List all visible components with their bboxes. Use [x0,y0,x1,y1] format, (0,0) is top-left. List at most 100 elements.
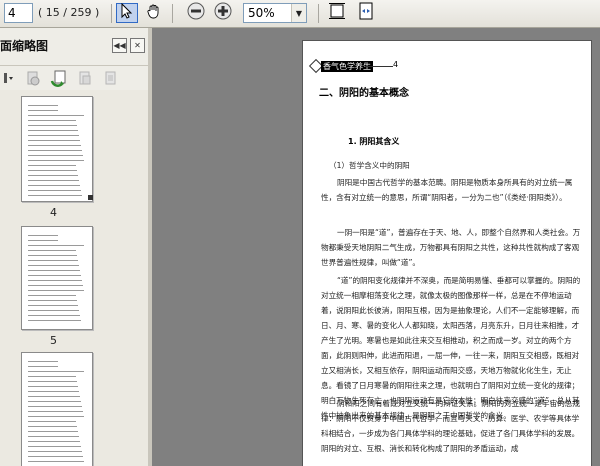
thumbnail-text-line [28,376,76,377]
zoom-select[interactable]: 50% ▼ [243,3,307,23]
select-tool-icon [119,2,135,23]
thumbnail-text-line [28,366,58,367]
close-panel-icon[interactable]: ✕ [130,38,145,53]
hand-tool-button[interactable] [143,3,165,23]
fit-width-icon [358,2,374,24]
header-rule [365,66,393,67]
toolbar-separator [111,4,112,23]
page-thumbnail[interactable] [21,96,93,202]
page-number-input[interactable]: 4 [4,3,33,23]
page-tool-icon[interactable] [76,69,94,87]
thumbnail-text-line [28,396,80,397]
rotate-page-icon[interactable] [50,69,68,87]
collapse-left-icon[interactable]: ◀◀ [112,38,127,53]
thumbnail-text-line [28,406,82,407]
thumbnail-text-line [28,436,79,437]
thumbnail-text-line [28,305,78,306]
thumbnail-text-line [28,411,83,412]
thumbnail-text-line [28,361,58,362]
thumbnail-text-line [28,110,58,111]
document-viewport[interactable]: 香气色学养生 4 二、阴阳的基本概念 1. 阴阳其含义 （1）哲学含义中的阴阳 … [152,28,600,466]
thumbnail-text-line [28,270,80,271]
thumbnail-text-line [28,135,79,136]
thumbnail-text-line [28,386,78,387]
thumbnail-text-line [28,155,83,156]
thumbnail-text-line [28,285,83,286]
zoom-out-icon [187,2,205,24]
thumbnail-text-line [28,451,82,452]
extract-page-icon[interactable] [102,69,120,87]
thumbnail-text-line [28,175,78,176]
panel-header: 面缩略图 ◀◀ ✕ [0,34,148,54]
thumbnail-text-line [28,446,81,447]
thumbnail-text-line [28,401,81,402]
paragraph: 一阴一阳是“道”，普遍存在于天、地、人，即整个自然界和人类社会。万物都秉受天地阴… [321,228,581,267]
thumbnail-list: 4 5 [0,90,148,466]
thumbnail-toolbar [0,65,148,91]
thumbnail-text-line [28,145,81,146]
thumbnail-text-line [28,260,78,261]
thumbnail-text-line [28,245,84,246]
thumbnail-text-line [28,290,84,291]
thumbnail-text-line [28,416,84,417]
thumbnail-text-line [28,456,83,457]
fit-page-icon [329,2,345,24]
thumbnail-text-line [28,185,80,186]
toolbar-separator [318,4,319,23]
resize-handle[interactable] [88,195,93,200]
fit-width-button[interactable] [355,2,377,24]
zoom-value: 50% [248,6,275,20]
thumbnail-text-line [28,235,58,236]
thumbnail-text-line [28,381,77,382]
zoom-in-icon [214,2,232,24]
thumbnail-panel: 面缩略图 ◀◀ ✕ 4 5 [0,28,149,466]
thumbnail-text-line [28,140,80,141]
thumbnail-text-line [28,180,79,181]
page-thumbnail[interactable] [21,352,93,466]
thumbnail-text-line [28,371,84,372]
thumbnail-text-line [28,240,58,241]
thumbnail-page-label: 5 [50,334,57,347]
thumbnail-text-line [28,105,58,106]
fit-page-button[interactable] [326,3,348,23]
thumbnail-text-line [28,150,82,151]
thumbnail-text-line [28,195,82,196]
zoom-in-button[interactable] [212,2,234,24]
thumbnail-text-line [28,115,84,116]
thumbnail-text-line [28,275,81,276]
thumbnail-text-line [28,265,79,266]
hand-tool-icon [146,3,162,23]
thumbnail-text-line [28,255,77,256]
paragraph: （1）哲学含义中的阴阳 [329,161,410,170]
thumbnail-text-line [28,125,77,126]
page-thumbnail[interactable] [21,226,93,330]
toolbar: 4 ( 15 / 259 ) 50% ▼ [0,0,600,28]
thumbnail-text-line [28,295,76,296]
panel-title: 面缩略图 [0,39,49,53]
thumbnail-text-line [28,280,82,281]
paragraph: 阴阳是中国古代哲学的基本范畴。阴阳是物质本身所具有的对立统一属性，含有对立统一的… [321,178,573,202]
thumbnail-text-line [28,250,76,251]
select-tool-button[interactable] [116,2,138,23]
thumbnail-text-line [28,120,76,121]
chevron-down-icon[interactable]: ▼ [291,4,306,22]
section-heading: 二、阴阳的基本概念 [319,88,409,99]
thumbnail-page-label: 4 [50,206,57,219]
options-dropdown-icon[interactable] [0,69,18,87]
delete-page-icon[interactable] [24,69,42,87]
thumbnail-text-line [28,421,76,422]
toolbar-separator [172,4,173,23]
thumbnail-text-line [28,165,76,166]
subsection-heading: 1. 阴阳其含义 [348,137,400,146]
thumbnail-text-line [28,300,77,301]
thumbnail-text-line [28,315,80,316]
thumbnail-text-line [28,130,78,131]
paragraph: 阴和阳之间有着既对立又统一的辩证关系。阴阳的对立统一是宇宙的总规律：阴阳不仅贯穿… [321,399,580,453]
thumbnail-text-line [28,190,81,191]
zoom-out-button[interactable] [185,2,207,24]
page-count: ( 15 / 259 ) [38,6,100,19]
thumbnail-text-line [28,431,78,432]
thumbnail-text-line [28,441,80,442]
thumbnail-text-line [28,391,79,392]
thumbnail-text-line [28,310,79,311]
